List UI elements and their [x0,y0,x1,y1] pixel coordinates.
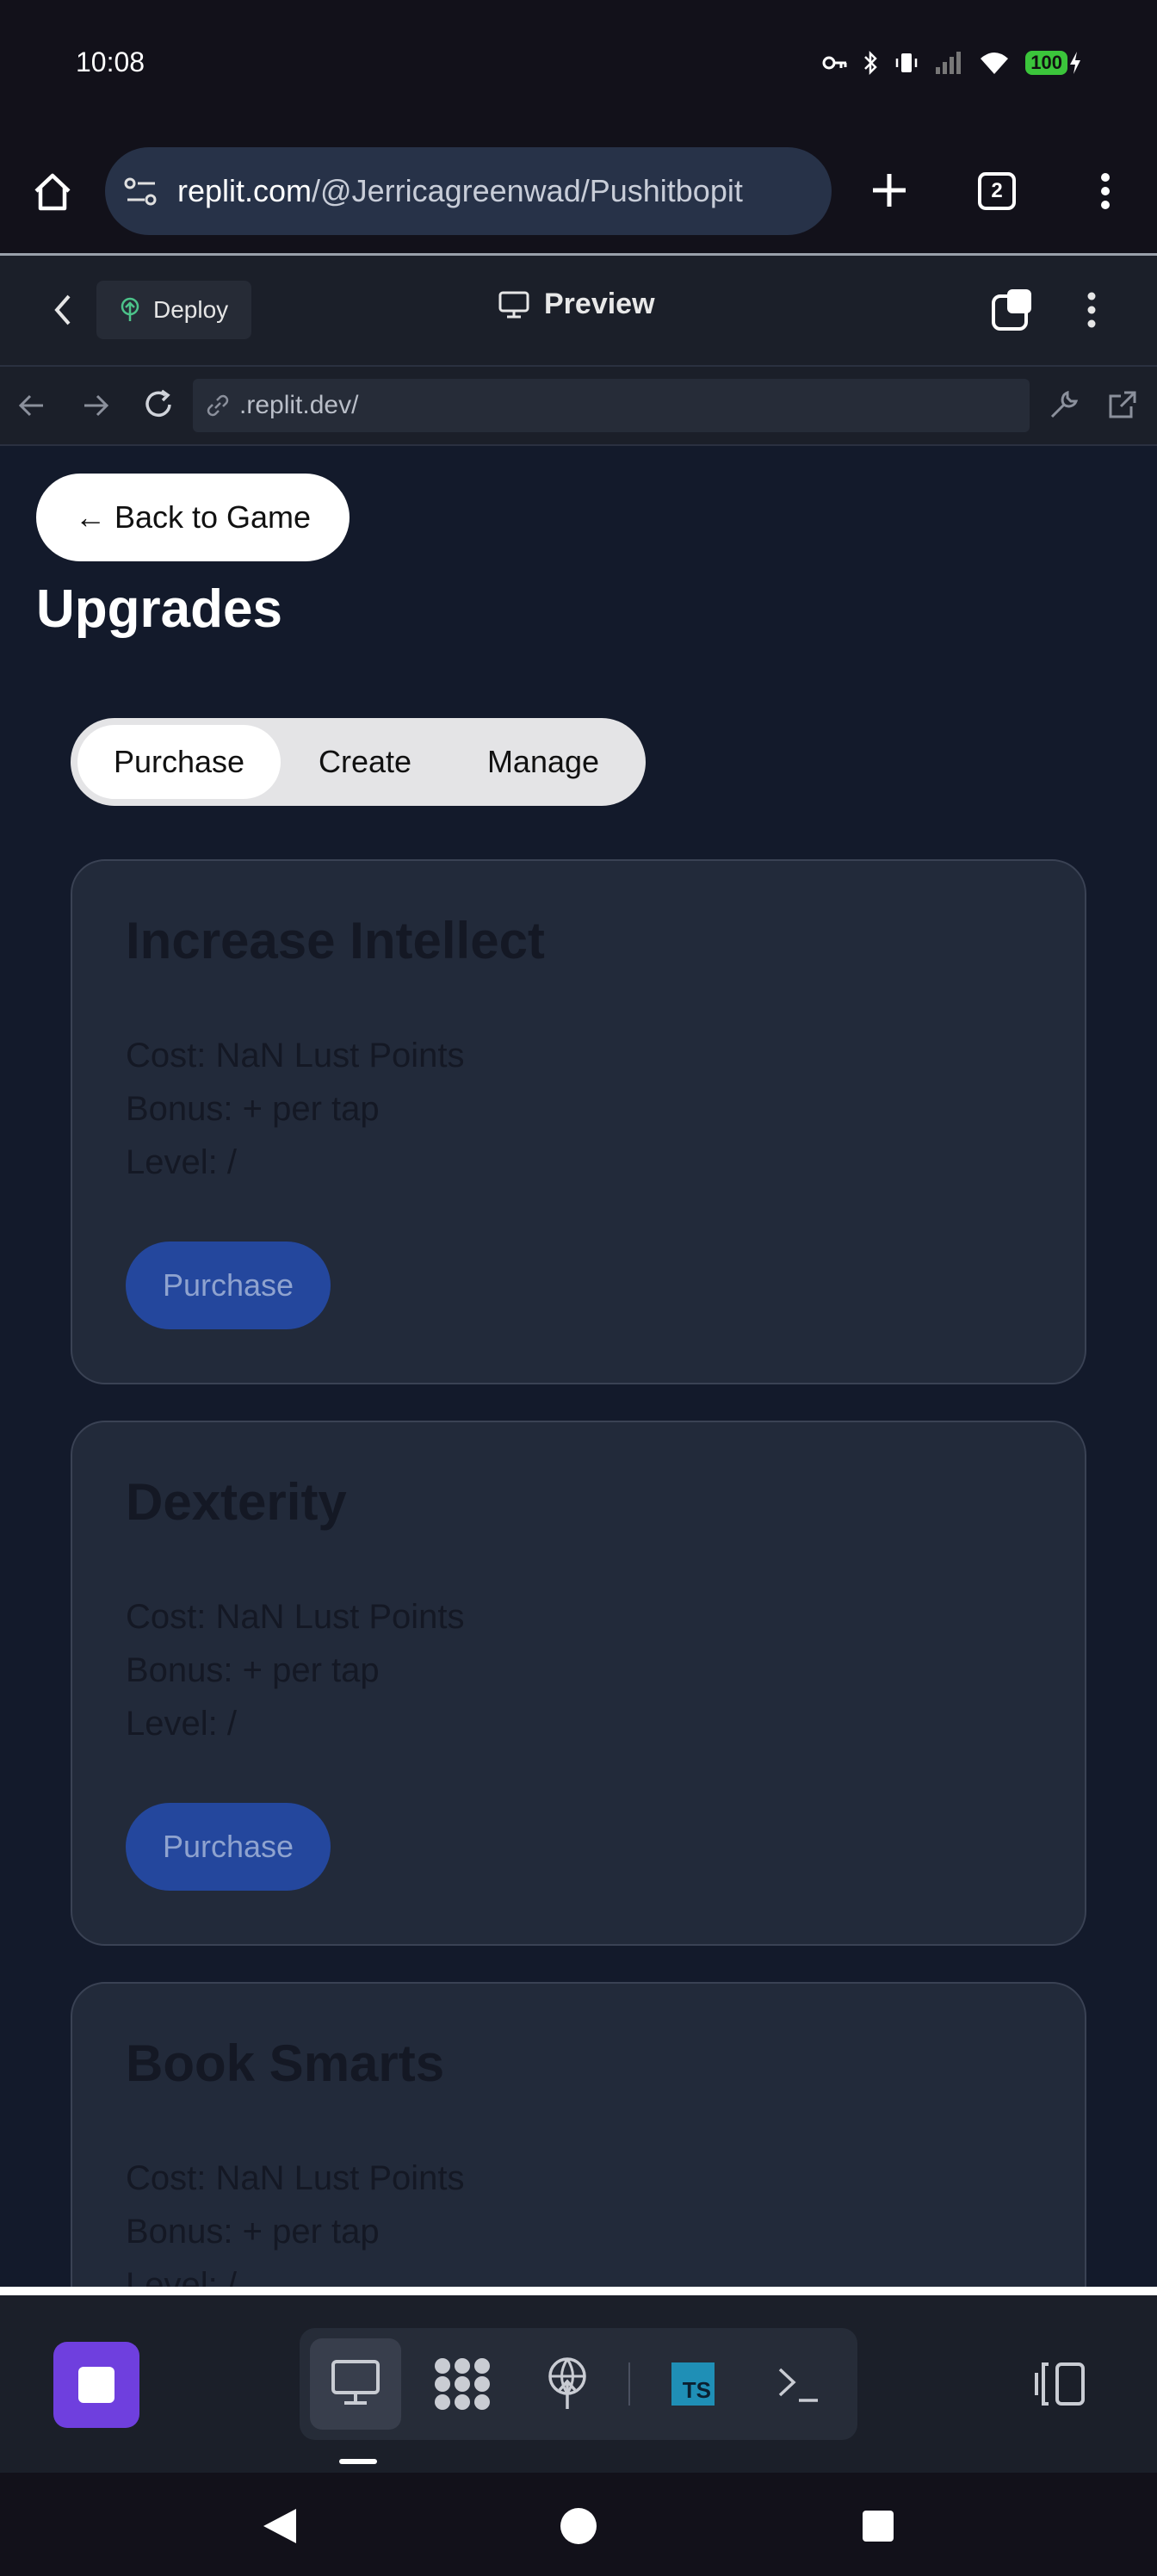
home-icon[interactable] [31,170,74,214]
url-text: replit.com/@Jerricagreenwad/Pushitbopit [177,173,743,209]
url-path: /@Jerricagreenwad/Pushitbopit [312,173,743,208]
stop-icon [78,2367,114,2403]
deploy-button[interactable]: Deploy [96,281,251,339]
system-home-icon[interactable] [560,2507,597,2545]
battery-level: 100 [1025,51,1067,75]
tool-divider [628,2362,630,2406]
monitor-icon [498,291,529,318]
link-icon [207,394,229,417]
deploy-icon [121,297,139,321]
upgrade-bonus: Bonus: + per tap [126,1651,380,1689]
upgrade-tabs: Purchase Create Manage [71,718,646,806]
active-tab-indicator [339,2459,377,2464]
upgrade-level: Level: / [126,1705,237,1743]
deploy-globe-icon[interactable] [542,2356,592,2412]
back-chevron-icon[interactable] [52,293,74,327]
upgrade-bonus: Bonus: + per tap [126,2213,380,2251]
bluetooth-icon [864,50,878,76]
deploy-label: Deploy [153,296,229,323]
status-time: 10:08 [76,46,145,77]
upgrade-cost: Cost: NaN Lust Points [126,1598,465,1636]
url-bar[interactable]: replit.com/@Jerricagreenwad/Pushitbopit [105,147,832,235]
shell-icon[interactable] [776,2364,821,2404]
tab-switcher-button[interactable]: 2 [978,172,1016,210]
upgrade-card: Dexterity Cost: NaN Lust Points Bonus: +… [71,1421,1086,1946]
upgrade-title: Book Smarts [126,2034,445,2092]
grid-dots-icon[interactable] [432,2357,492,2411]
purchase-button[interactable]: Purchase [126,1803,331,1891]
signal-icon [936,52,962,74]
purchase-button[interactable]: Purchase [126,1242,331,1329]
tab-manage[interactable]: Manage [449,725,637,799]
address-text: .replit.dev/ [239,391,359,419]
url-host: replit.com [177,173,312,208]
nav-back-icon[interactable] [17,391,46,420]
reload-icon[interactable] [141,387,176,422]
status-icons: 100 [822,50,1081,76]
vpn-key-icon [822,56,847,70]
back-to-game-button[interactable]: ← Back to Game [36,474,350,561]
panel-toggle-icon[interactable] [1033,2361,1088,2407]
browser-menu-icon[interactable] [1095,170,1116,212]
new-tab-icon[interactable] [869,170,909,210]
divider [0,2287,1157,2295]
system-recents-icon[interactable] [861,2509,895,2543]
wifi-icon [981,53,1009,74]
nav-forward-icon[interactable] [81,391,110,420]
new-tab-pane-icon[interactable] [990,288,1035,332]
preview-label: Preview [544,288,655,320]
monitor-icon [331,2360,380,2405]
upgrade-card: Increase Intellect Cost: NaN Lust Points… [71,859,1086,1384]
address-field[interactable]: .replit.dev/ [193,379,1030,432]
upgrade-bonus: Bonus: + per tap [126,1090,380,1128]
typescript-file-icon[interactable]: TS [671,2362,715,2406]
upgrade-cost: Cost: NaN Lust Points [126,1037,465,1074]
system-back-icon[interactable] [260,2505,300,2547]
vibrate-icon [896,53,918,72]
charging-icon [1070,52,1080,74]
devtools-wrench-icon[interactable] [1049,389,1080,420]
upgrade-level: Level: / [126,1143,237,1181]
battery-indicator: 100 [1025,51,1081,75]
open-external-icon[interactable] [1107,389,1138,420]
pane-menu-icon[interactable] [1081,289,1102,331]
preview-title: Preview [498,288,655,321]
upgrade-title: Dexterity [126,1473,347,1531]
site-settings-icon[interactable] [124,176,158,207]
upgrade-title: Increase Intellect [126,912,545,969]
tab-create[interactable]: Create [281,725,449,799]
upgrade-cost: Cost: NaN Lust Points [126,2159,465,2197]
stop-run-button[interactable] [53,2342,139,2428]
page-title: Upgrades [36,579,282,639]
tab-purchase[interactable]: Purchase [77,725,281,799]
